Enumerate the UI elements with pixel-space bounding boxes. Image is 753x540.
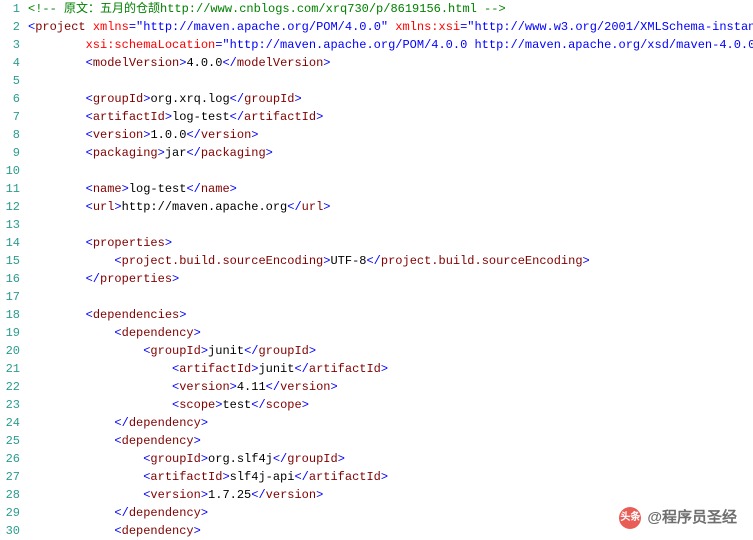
code-line: <groupId>org.slf4j</groupId> [28,450,753,468]
code-content: <!-- 原文：五月的仓颉http://www.cnblogs.com/xrq7… [24,0,753,540]
line-number-gutter: 1234567891011121314151617181920212223242… [0,0,24,540]
line-number: 26 [0,450,20,468]
code-line: <artifactId>slf4j-api</artifactId> [28,468,753,486]
code-line [28,72,753,90]
line-number: 19 [0,324,20,342]
code-line: <project.build.sourceEncoding>UTF-8</pro… [28,252,753,270]
line-number: 16 [0,270,20,288]
line-number: 21 [0,360,20,378]
line-number: 18 [0,306,20,324]
line-number: 15 [0,252,20,270]
line-number: 10 [0,162,20,180]
watermark: 头条 @程序员圣经 [619,507,737,529]
code-line: <scope>test</scope> [28,396,753,414]
code-line: <groupId>junit</groupId> [28,342,753,360]
code-line: xsi:schemaLocation="http://maven.apache.… [28,36,753,54]
line-number: 27 [0,468,20,486]
line-number: 23 [0,396,20,414]
code-line: <dependency> [28,432,753,450]
code-line: <!-- 原文：五月的仓颉http://www.cnblogs.com/xrq7… [28,0,753,18]
line-number: 11 [0,180,20,198]
code-line: <project xmlns="http://maven.apache.org/… [28,18,753,36]
code-line: </properties> [28,270,753,288]
line-number: 17 [0,288,20,306]
code-line: <version>1.0.0</version> [28,126,753,144]
code-line: </dependency> [28,414,753,432]
line-number: 2 [0,18,20,36]
line-number: 12 [0,198,20,216]
code-line: <artifactId>junit</artifactId> [28,360,753,378]
line-number: 9 [0,144,20,162]
line-number: 25 [0,432,20,450]
code-line: <dependencies> [28,306,753,324]
line-number: 3 [0,36,20,54]
code-line: <name>log-test</name> [28,180,753,198]
watermark-icon: 头条 [619,507,641,529]
code-line: <url>http://maven.apache.org</url> [28,198,753,216]
line-number: 5 [0,72,20,90]
line-number: 20 [0,342,20,360]
code-line: <properties> [28,234,753,252]
code-line [28,288,753,306]
code-line: <dependency> [28,324,753,342]
line-number: 28 [0,486,20,504]
code-line: <version>4.11</version> [28,378,753,396]
code-block: 1234567891011121314151617181920212223242… [0,0,753,540]
code-line: <packaging>jar</packaging> [28,144,753,162]
line-number: 4 [0,54,20,72]
code-line [28,216,753,234]
line-number: 29 [0,504,20,522]
code-line: <version>1.7.25</version> [28,486,753,504]
line-number: 22 [0,378,20,396]
line-number: 8 [0,126,20,144]
code-line: <modelVersion>4.0.0</modelVersion> [28,54,753,72]
watermark-text: @程序员圣经 [647,509,737,527]
code-line: <artifactId>log-test</artifactId> [28,108,753,126]
line-number: 30 [0,522,20,540]
code-line: <groupId>org.xrq.log</groupId> [28,90,753,108]
line-number: 13 [0,216,20,234]
line-number: 14 [0,234,20,252]
code-line [28,162,753,180]
line-number: 7 [0,108,20,126]
line-number: 1 [0,0,20,18]
line-number: 24 [0,414,20,432]
line-number: 6 [0,90,20,108]
